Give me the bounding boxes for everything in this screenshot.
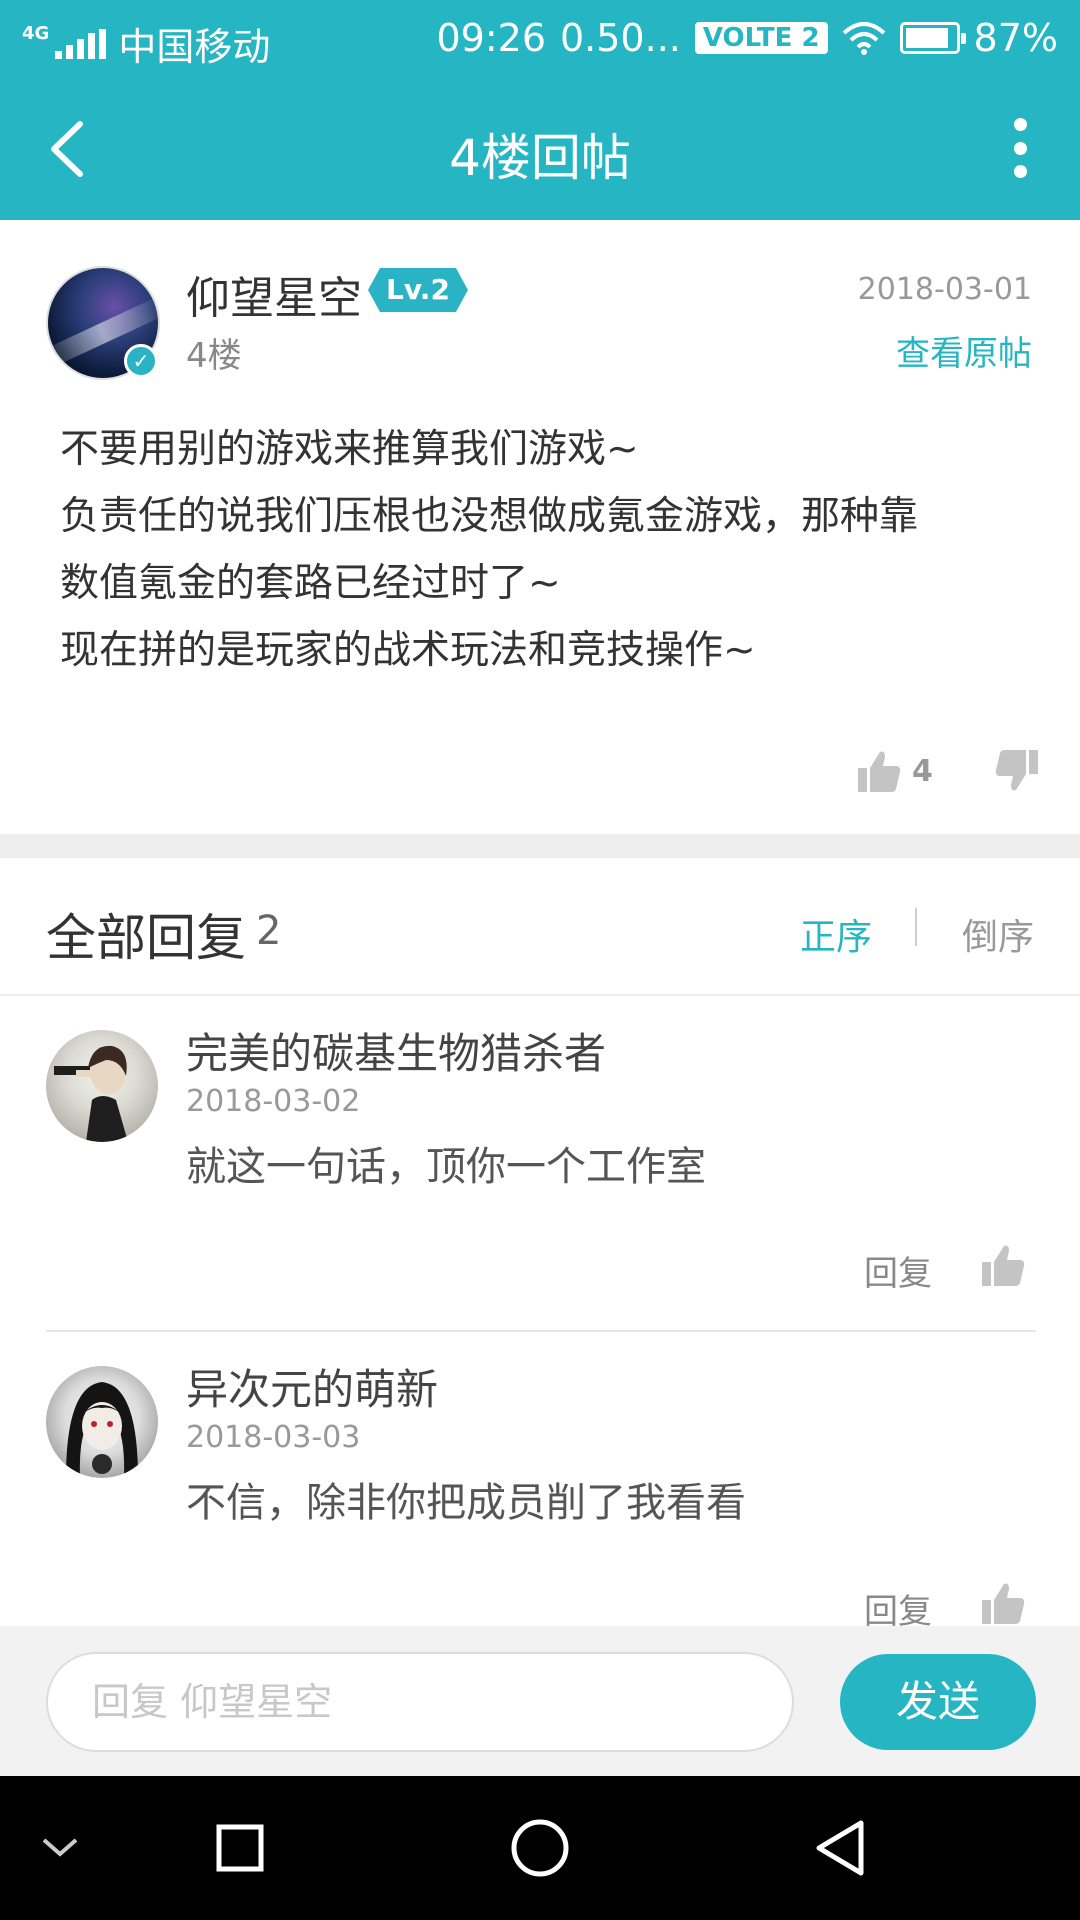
list-item: 异次元的萌新 2018-03-03 不信，除非你把成员削了我看看 回复 [0,1334,1080,1626]
network-type-label: 4G [22,23,50,44]
more-vertical-icon[interactable] [1000,118,1040,178]
wifi-icon [842,22,885,55]
reply-input[interactable] [46,1652,794,1752]
content-line: 负责任的说我们压根也没想做成氪金游戏，那种靠 [60,494,919,539]
list-item: 完美的碳基生物猎杀者 2018-03-02 就这一句话，顶你一个工作室 回复 [0,998,1080,1328]
thumb-up-icon[interactable] [980,1580,1026,1626]
signal-icon [55,28,107,59]
post-content: 不要用别的游戏来推算我们游戏~ 负责任的说我们压根也没想做成氪金游戏，那种靠 数… [60,416,1020,684]
hide-keyboard-icon[interactable] [20,1776,100,1920]
recent-apps-icon[interactable] [190,1776,290,1920]
reply-author[interactable]: 异次元的萌新 [186,1356,438,1417]
avatar-image [54,1045,128,1142]
replies-title: 全部回复 [46,909,246,967]
replies-count: 2 [256,908,282,954]
section-divider [0,834,1080,858]
sort-separator [915,908,917,946]
author-name[interactable]: 仰望星空 [186,262,362,326]
status-bar: 4G 中国移动 09:26 0.50... VOLTE 2 87% [0,0,1080,78]
system-nav-bar [0,1776,1080,1920]
clock: 09:26 [436,16,546,60]
battery-percent: 87% [973,16,1058,60]
status-right: 09:26 0.50... VOLTE 2 87% [436,16,1058,60]
avatar[interactable] [46,1030,158,1142]
reply-input-bar: 发送 [0,1626,1080,1776]
app-bar: 4楼回帖 [0,78,1080,220]
volte-badge: VOLTE 2 [694,22,828,54]
reply-button[interactable]: 回复 [864,1584,932,1626]
carrier-label: 中国移动 [118,25,271,69]
battery-fill [905,28,948,48]
thumb-up-icon[interactable] [980,1242,1026,1288]
thumb-up-icon [858,751,901,792]
screen: 4G 中国移动 09:26 0.50... VOLTE 2 87% 4楼回帖 ✓… [0,0,1080,1920]
reply-text: 不信，除非你把成员削了我看看 [186,1480,746,1526]
page-title: 4楼回帖 [449,129,631,187]
content-line: 不要用别的游戏来推算我们游戏~ [60,427,639,472]
like-button[interactable]: 4 [856,748,933,794]
view-original-link[interactable]: 查看原帖 [896,326,1032,375]
status-left: 4G 中国移动 [22,16,270,71]
content-line: 现在拼的是玩家的战术玩法和竞技操作~ [60,628,756,673]
like-count: 4 [912,753,933,789]
reply-date: 2018-03-02 [186,1084,361,1119]
floor-label: 4楼 [186,336,242,376]
thumb-down-icon[interactable] [994,748,1040,794]
main-post: ✓ 仰望星空 Lv.2 4楼 2018-03-01 查看原帖 不要用别的游戏来推… [0,220,1080,834]
home-icon[interactable] [490,1776,590,1920]
send-button[interactable]: 发送 [840,1654,1036,1750]
sort-ascending-tab[interactable]: 正序 [800,908,872,960]
content-line: 数值氪金的套路已经过时了~ [60,561,561,606]
network-speed: 0.50... [560,16,681,60]
post-date: 2018-03-01 [857,272,1032,307]
reply-divider [46,1330,1036,1332]
level-badge: Lv.2 [368,268,468,312]
reply-author[interactable]: 完美的碳基生物猎杀者 [186,1020,606,1081]
battery-icon [899,22,966,54]
reply-date: 2018-03-03 [186,1420,361,1455]
reply-button[interactable]: 回复 [864,1246,932,1295]
verified-icon: ✓ [124,344,158,378]
avatar[interactable] [46,1366,158,1478]
replies-header: 全部回复 2 正序 倒序 [0,858,1080,996]
back-nav-icon[interactable] [790,1776,890,1920]
sort-descending-tab[interactable]: 倒序 [962,908,1034,960]
reply-text: 就这一句话，顶你一个工作室 [186,1144,706,1190]
avatar-image [66,1382,138,1478]
